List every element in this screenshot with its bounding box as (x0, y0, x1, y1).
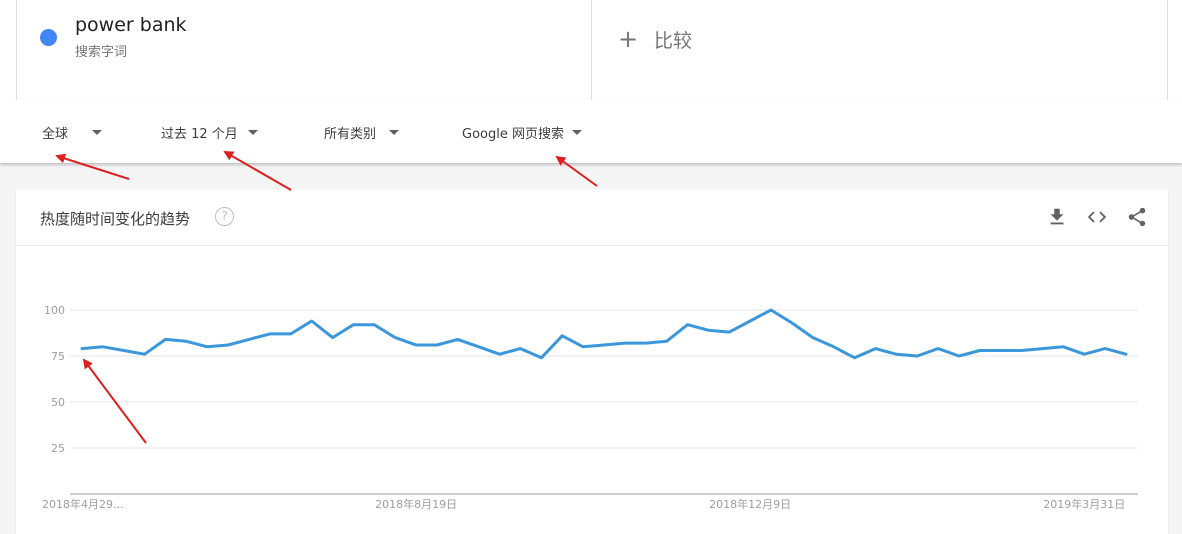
divider (1167, 0, 1168, 100)
data-point (1040, 347, 1044, 351)
data-point (143, 352, 147, 356)
data-point (686, 323, 690, 327)
chevron-down-icon (571, 129, 582, 135)
compare-label: 比较 (654, 29, 693, 52)
data-point (706, 328, 710, 332)
data-point (477, 345, 481, 349)
x-tick-label: 2018年4月29... (42, 497, 123, 511)
data-point (331, 336, 335, 340)
data-point (164, 337, 168, 341)
chevron-down-icon (247, 129, 258, 135)
data-point (289, 332, 293, 336)
search-term-name[interactable]: power bank (75, 14, 187, 36)
data-point (727, 330, 731, 334)
data-point (748, 319, 752, 323)
term-color-dot-icon (40, 29, 57, 46)
data-point (665, 339, 669, 343)
y-tick-label: 50 (51, 396, 65, 409)
compare-button[interactable]: + 比较 (618, 24, 692, 54)
data-point (894, 352, 898, 356)
y-tick-label: 25 (51, 442, 65, 455)
data-point (957, 354, 961, 358)
search-type-dropdown[interactable]: Google 网页搜索 (462, 122, 582, 142)
search-term-bar: power bank 搜索字词 + 比较 (0, 0, 1182, 101)
data-point (80, 347, 84, 351)
data-point (790, 321, 794, 325)
data-point (101, 345, 105, 349)
interest-over-time-card: 热度随时间变化的趋势 ? 25 50 75 100 2018年4月29... 2018年8… (16, 189, 1168, 534)
data-point (372, 323, 376, 327)
time-range-dropdown[interactable]: 过去 12 个月 (161, 122, 258, 142)
data-point (518, 347, 522, 351)
data-point (414, 343, 418, 347)
data-point (205, 345, 209, 349)
chevron-down-icon (92, 129, 103, 135)
x-tick-label: 2019年3月31日 (1043, 497, 1125, 511)
chevron-down-icon (389, 129, 400, 135)
category-dropdown[interactable]: 所有类别 (324, 122, 400, 142)
data-point (602, 343, 606, 347)
y-tick-label: 75 (51, 350, 65, 363)
series-line (80, 308, 1128, 360)
trend-line-chart[interactable]: 25 50 75 100 2018年4月29... 2018年8月19日 2018年12月9… (16, 189, 1168, 534)
data-point (1082, 352, 1086, 356)
search-type-label: Google 网页搜索 (462, 126, 564, 142)
data-point (268, 332, 272, 336)
data-point (811, 336, 815, 340)
search-term-type: 搜索字词 (75, 45, 128, 60)
plus-icon: + (618, 25, 639, 53)
data-point (832, 345, 836, 349)
category-label: 所有类别 (324, 126, 377, 142)
data-point (999, 348, 1003, 352)
divider (16, 0, 17, 100)
y-tick-label: 100 (44, 304, 65, 317)
data-point (978, 348, 982, 352)
data-point (435, 343, 439, 347)
data-point (226, 343, 230, 347)
x-tick-label: 2018年12月9日 (709, 497, 791, 511)
data-point (393, 336, 397, 340)
data-point (1020, 348, 1024, 352)
region-dropdown[interactable]: 全球 (42, 122, 103, 142)
data-point (184, 339, 188, 343)
x-tick-label: 2018年8月19日 (375, 497, 457, 511)
data-point (539, 356, 543, 360)
data-point (122, 348, 126, 352)
data-point (1061, 345, 1065, 349)
data-point (351, 323, 355, 327)
data-point (560, 334, 564, 338)
data-point (873, 347, 877, 351)
data-point (769, 308, 773, 312)
data-point (644, 341, 648, 345)
data-point (936, 347, 940, 351)
data-point (1124, 352, 1128, 356)
filter-bar: 全球 过去 12 个月 所有类别 Google 网页搜索 (0, 100, 1182, 163)
data-point (310, 319, 314, 323)
region-label: 全球 (42, 126, 69, 142)
data-point (456, 337, 460, 341)
data-point (623, 341, 627, 345)
time-range-label: 过去 12 个月 (161, 126, 238, 142)
divider (591, 0, 592, 100)
data-point (247, 337, 251, 341)
data-point (1103, 347, 1107, 351)
data-point (853, 356, 857, 360)
data-point (498, 352, 502, 356)
data-point (581, 345, 585, 349)
data-point (915, 354, 919, 358)
